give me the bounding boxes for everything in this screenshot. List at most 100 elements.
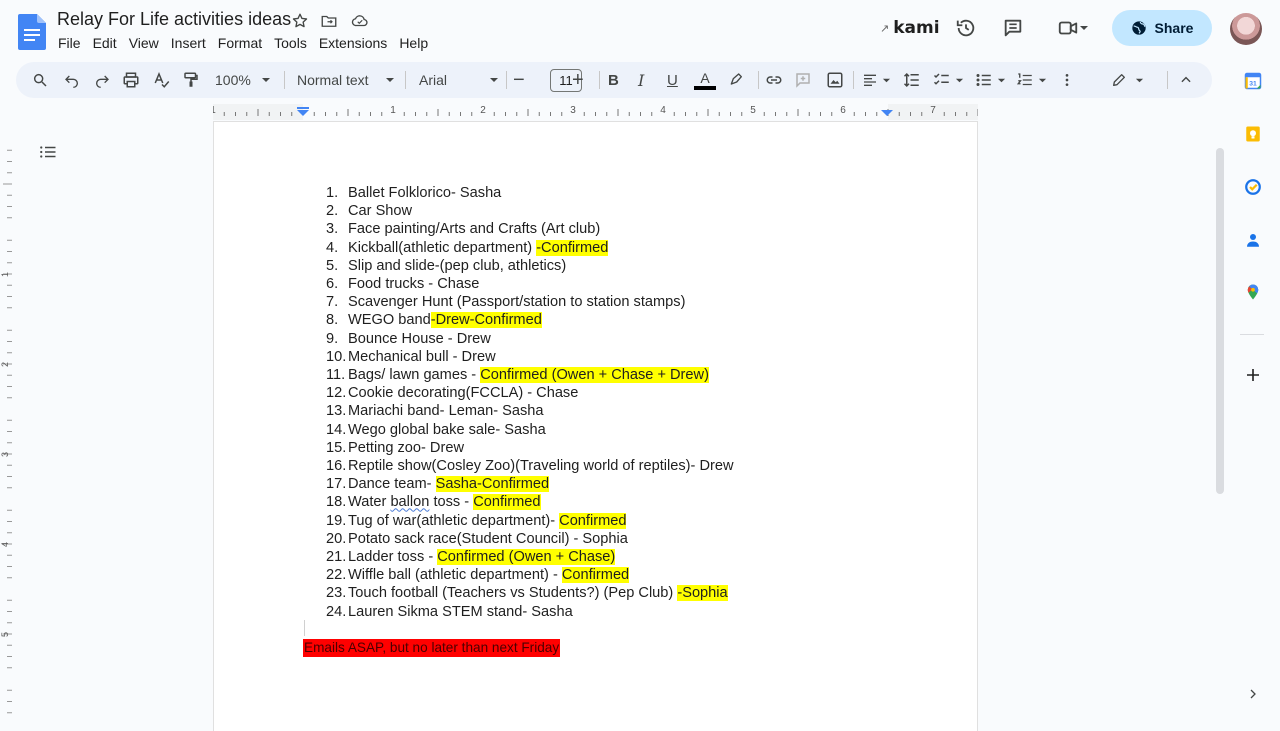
menu-help[interactable]: Help (399, 35, 434, 51)
scrollbar-thumb[interactable] (1216, 148, 1224, 494)
list-item[interactable]: 11. Bags/ lawn games - Confirmed (Owen + … (326, 366, 734, 384)
version-history-button[interactable] (950, 12, 982, 44)
insert-comment-button[interactable] (794, 62, 812, 98)
insert-link-button[interactable] (765, 62, 783, 98)
redo-button[interactable] (94, 62, 110, 98)
text-color-button[interactable]: A (694, 62, 716, 98)
horizontal-ruler[interactable]: 1 1 2 3 4 5 6 7 (213, 104, 978, 120)
menu-extensions[interactable]: Extensions (319, 35, 393, 51)
list-item[interactable]: 22. Wiffle ball (athletic department) - C… (326, 566, 734, 584)
highlight-color-button[interactable] (728, 62, 744, 98)
list-item[interactable]: 2. Car Show (326, 202, 734, 220)
hide-menus-button[interactable] (1179, 62, 1193, 98)
list-item[interactable]: 9. Bounce House - Drew (326, 330, 734, 348)
list-number: 13. (326, 403, 347, 420)
list-item[interactable]: 21. Ladder toss - Confirmed (Owen + Chase… (326, 548, 734, 566)
misspelled-word[interactable]: ballon (390, 494, 429, 510)
activities-list[interactable]: 1. Ballet Folklorico- Sasha 2. Car Show 3. Fa… (326, 184, 734, 621)
menu-format[interactable]: Format (218, 35, 268, 51)
menu-file[interactable]: File (58, 35, 87, 51)
list-item[interactable]: 17. Dance team- Sasha-Confirmed (326, 475, 734, 493)
list-item[interactable]: 16. Reptile show(Cosley Zoo)(Traveling wo… (326, 457, 734, 475)
list-item[interactable]: 23. Touch football (Teachers vs Students?… (326, 584, 734, 602)
user-avatar[interactable] (1230, 13, 1262, 45)
list-item[interactable]: 20. Potato sack race(Student Council) - S… (326, 530, 734, 548)
list-item[interactable]: 13. Mariachi band- Leman- Sasha (326, 402, 734, 420)
contacts-app-button[interactable] (1242, 229, 1264, 251)
spellcheck-button[interactable] (153, 62, 171, 98)
share-button[interactable]: Share (1112, 10, 1212, 46)
maps-app-button[interactable] (1242, 281, 1264, 303)
insert-image-button[interactable] (826, 62, 844, 98)
list-item[interactable]: 4. Kickball(athletic department) -Confirm… (326, 239, 734, 257)
font-select[interactable]: Arial (419, 62, 499, 98)
list-item[interactable]: 14. Wego global bake sale- Sasha (326, 421, 734, 439)
italic-button[interactable]: I (638, 62, 644, 98)
underline-button[interactable]: U (667, 62, 678, 98)
list-item[interactable]: 3. Face painting/Arts and Crafts (Art clu… (326, 220, 734, 238)
more-options-button[interactable] (1062, 62, 1072, 98)
tasks-app-button[interactable] (1242, 176, 1264, 198)
list-number: 18. (326, 494, 347, 511)
list-item[interactable]: 1. Ballet Folklorico- Sasha (326, 184, 734, 202)
checklist-button[interactable] (933, 62, 964, 98)
show-side-panel-button[interactable] (1242, 683, 1264, 705)
deadline-note[interactable]: Emails ASAP, but no later than next Frid… (303, 639, 561, 657)
search-menus-button[interactable] (32, 62, 48, 98)
docs-logo-icon[interactable] (18, 14, 46, 50)
list-item-text: Potato sack race(Student Council) - Soph… (348, 530, 628, 548)
list-item[interactable]: 12. Cookie decorating(FCCLA) - Chase (326, 384, 734, 402)
cloud-saved-icon[interactable] (350, 12, 370, 30)
menu-view[interactable]: View (129, 35, 165, 51)
list-item[interactable]: 24. Lauren Sikma STEM stand- Sasha (326, 603, 734, 621)
paint-format-button[interactable] (182, 62, 200, 98)
increase-font-size-button[interactable]: + (572, 62, 584, 98)
line-spacing-button[interactable] (903, 62, 921, 98)
menu-edit[interactable]: Edit (93, 35, 123, 51)
underline-icon: U (667, 71, 678, 89)
print-button[interactable] (122, 62, 140, 98)
bulleted-list-button[interactable] (975, 62, 1006, 98)
document-title[interactable]: Relay For Life activities ideas (57, 9, 291, 30)
numbered-list-button[interactable] (1016, 62, 1047, 98)
meet-button[interactable] (1050, 12, 1096, 44)
maps-pin-icon (1247, 284, 1259, 300)
menu-insert[interactable]: Insert (171, 35, 212, 51)
list-item[interactable]: 8. WEGO band-Drew-Confirmed (326, 311, 734, 329)
document-outline-icon[interactable] (39, 143, 57, 161)
decrease-font-size-button[interactable]: − (513, 62, 525, 98)
menu-tools[interactable]: Tools (274, 35, 313, 51)
comments-button[interactable] (997, 12, 1029, 44)
chevron-down-icon (1080, 26, 1088, 30)
keep-app-button[interactable] (1242, 123, 1264, 145)
kami-extension-button[interactable]: ↗ kami (880, 18, 940, 38)
list-item[interactable]: 19. Tug of war(athletic department)- Conf… (326, 512, 734, 530)
list-item[interactable]: 6. Food trucks - Chase (326, 275, 734, 293)
bold-button[interactable]: B (608, 62, 619, 98)
list-number: 15. (326, 439, 347, 456)
list-item[interactable]: 15. Petting zoo- Drew (326, 439, 734, 457)
zoom-select[interactable]: 100% (215, 62, 271, 98)
highlighted-text: Confirmed (561, 567, 630, 584)
star-icon[interactable] (291, 12, 309, 30)
chevron-down-icon (882, 78, 891, 82)
get-add-ons-button[interactable] (1242, 364, 1264, 386)
vertical-ruler[interactable]: 1 2 3 4 5 (0, 121, 14, 721)
text-cursor (304, 620, 305, 636)
first-line-indent-marker[interactable] (297, 107, 309, 109)
list-item[interactable]: 18. Water ballon toss - Confirmed (326, 493, 734, 511)
move-folder-icon[interactable] (320, 12, 338, 30)
calendar-app-button[interactable]: 31 (1242, 70, 1264, 92)
list-item[interactable]: 5. Slip and slide-(pep club, athletics) (326, 257, 734, 275)
align-button[interactable] (862, 62, 891, 98)
undo-button[interactable] (64, 62, 80, 98)
ruler-label: 7 (930, 105, 936, 116)
list-item-text: Scavenger Hunt (Passport/station to stat… (348, 293, 685, 311)
list-item[interactable]: 10. Mechanical bull - Drew (326, 348, 734, 366)
list-number: 5. (326, 257, 339, 274)
checklist-icon (933, 73, 949, 85)
editing-mode-button[interactable] (1111, 62, 1144, 98)
paragraph-style-select[interactable]: Normal text (297, 62, 395, 98)
list-item[interactable]: 7. Scavenger Hunt (Passport/station to st… (326, 293, 734, 311)
chevron-right-icon (1250, 689, 1256, 699)
